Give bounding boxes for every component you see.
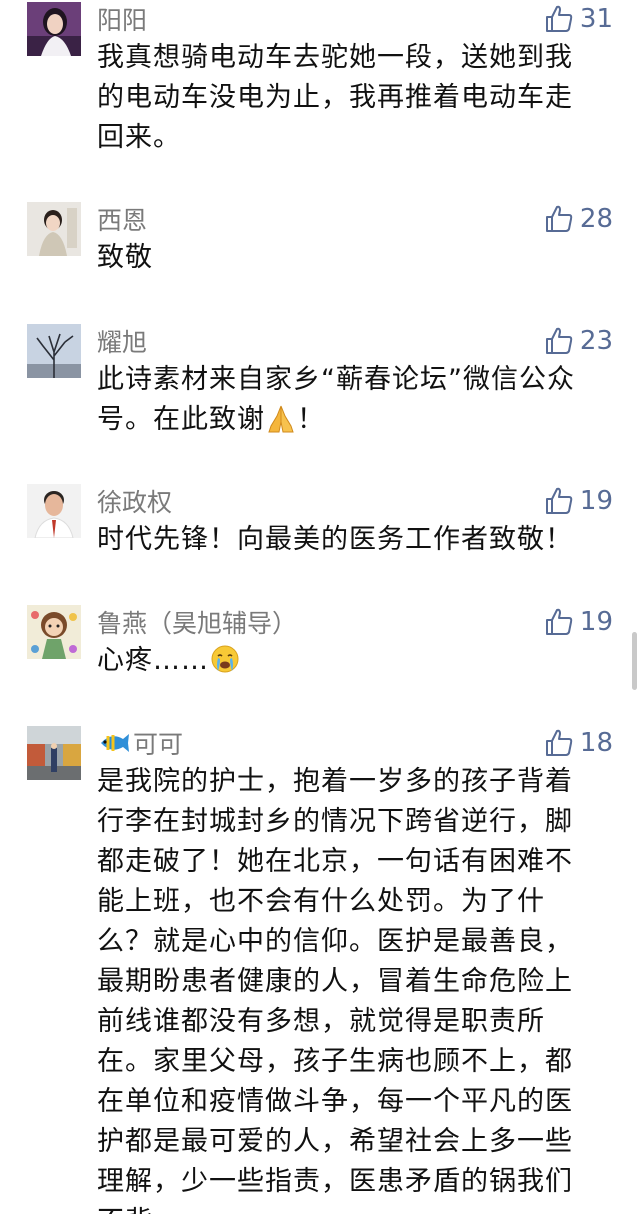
- comment-text-segment: 号。在此致谢: [97, 404, 265, 435]
- commenter-name: 可可: [133, 730, 184, 759]
- commenter-name[interactable]: 鲁燕（昊旭辅导）: [97, 605, 297, 639]
- comment-text-segment: ！: [297, 404, 325, 435]
- thumbs-up-icon: [544, 486, 574, 516]
- man-portrait-avatar[interactable]: [27, 484, 81, 538]
- like-button[interactable]: 28: [544, 202, 613, 236]
- comment-text-segment: 心疼……: [97, 645, 209, 676]
- comment-text-line: 致敬: [97, 242, 153, 273]
- like-count: 28: [579, 204, 613, 234]
- like-count: 23: [579, 326, 613, 356]
- comment-text-line: 能上班，也不会有什么处罚。为了什: [97, 886, 545, 917]
- comment-text-line: 是我院的护士，抱着一岁多的孩子背着: [97, 766, 573, 797]
- street-scene-avatar[interactable]: [27, 726, 81, 780]
- comment-text-line: 回来。: [97, 122, 181, 153]
- comment-text: 心疼……: [97, 641, 613, 687]
- comment-list: 阳阳 31 我真想骑电动车去驼她一段，送她到我 的电动车没电为止，我再推着电动车…: [0, 0, 641, 1214]
- like-button[interactable]: 23: [544, 324, 613, 358]
- commenter-name[interactable]: 耀旭: [97, 324, 147, 358]
- like-button[interactable]: 18: [544, 726, 613, 760]
- child-portrait-avatar[interactable]: [27, 202, 81, 256]
- comment-text: 致敬: [97, 238, 613, 278]
- tropical-fish-emoji: [97, 730, 131, 756]
- comment-text-line: 在。家里父母，孩子生病也顾不上，都: [97, 1046, 573, 1077]
- like-button[interactable]: 31: [544, 2, 613, 36]
- commenter-name[interactable]: 西恩: [97, 202, 147, 236]
- comment-text-line: 心疼……: [97, 641, 613, 687]
- crying-face-emoji: [209, 643, 241, 687]
- comment-text-line: 此诗素材来自家乡“蕲春论坛”微信公众: [97, 364, 575, 395]
- comment-text-line: 最期盼患者健康的人，冒着生命危险上: [97, 966, 573, 997]
- comment-text-line: 理解，少一些指责，医患矛盾的锅我们: [97, 1166, 573, 1197]
- thumbs-up-icon: [544, 607, 574, 637]
- like-button[interactable]: 19: [544, 484, 613, 518]
- comment-text-line: 都走破了！她在北京，一句话有困难不: [97, 846, 573, 877]
- comment-text-line: 行李在封城封乡的情况下跨省逆行，脚: [97, 806, 573, 837]
- cartoon-girl-drawing-avatar[interactable]: [27, 605, 81, 659]
- like-count: 31: [579, 4, 613, 34]
- comment-text-line: 不背: [97, 1202, 613, 1214]
- commenter-name-line[interactable]: 可可: [97, 726, 183, 760]
- like-count: 18: [579, 728, 613, 758]
- like-button[interactable]: 19: [544, 605, 613, 639]
- comment-text: 是我院的护士，抱着一岁多的孩子背着 行李在封城封乡的情况下跨省逆行，脚 都走破了…: [97, 762, 613, 1214]
- comment-text-line: 的电动车没电为止，我再推着电动车走: [97, 82, 573, 113]
- comment-text: 我真想骑电动车去驼她一段，送她到我 的电动车没电为止，我再推着电动车走 回来。: [97, 38, 613, 158]
- comment-text-line: 我真想骑电动车去驼她一段，送她到我: [97, 42, 573, 73]
- thumbs-up-icon: [544, 4, 574, 34]
- praying-hands-emoji: [265, 402, 297, 446]
- thumbs-up-icon: [544, 728, 574, 758]
- thumbs-up-icon: [544, 326, 574, 356]
- comment-text-line: 时代先锋！向最美的医务工作者致敬！: [97, 524, 573, 555]
- comment-text: 时代先锋！向最美的医务工作者致敬！: [97, 520, 613, 560]
- commenter-name[interactable]: 阳阳: [97, 2, 147, 36]
- comment-text-line: 在单位和疫情做斗争，每一个平凡的医: [97, 1086, 573, 1117]
- commenter-name[interactable]: 徐政权: [97, 484, 172, 518]
- comment-text-line: 号。在此致谢 ！: [97, 400, 613, 446]
- scrollbar[interactable]: [632, 632, 637, 690]
- woman-portrait-avatar[interactable]: [27, 2, 81, 56]
- comment-text-line: 前线谁都没有多想，就觉得是职责所: [97, 1006, 545, 1037]
- comment-text: 此诗素材来自家乡“蕲春论坛”微信公众 号。在此致谢 ！: [97, 360, 613, 446]
- bare-tree-avatar[interactable]: [27, 324, 81, 378]
- thumbs-up-icon: [544, 204, 574, 234]
- comment-text-line: 么？就是心中的信仰。医护是最善良，: [97, 926, 573, 957]
- comment-text-line: 护都是最可爱的人，希望社会上多一些: [97, 1126, 573, 1157]
- like-count: 19: [579, 486, 613, 516]
- like-count: 19: [579, 607, 613, 637]
